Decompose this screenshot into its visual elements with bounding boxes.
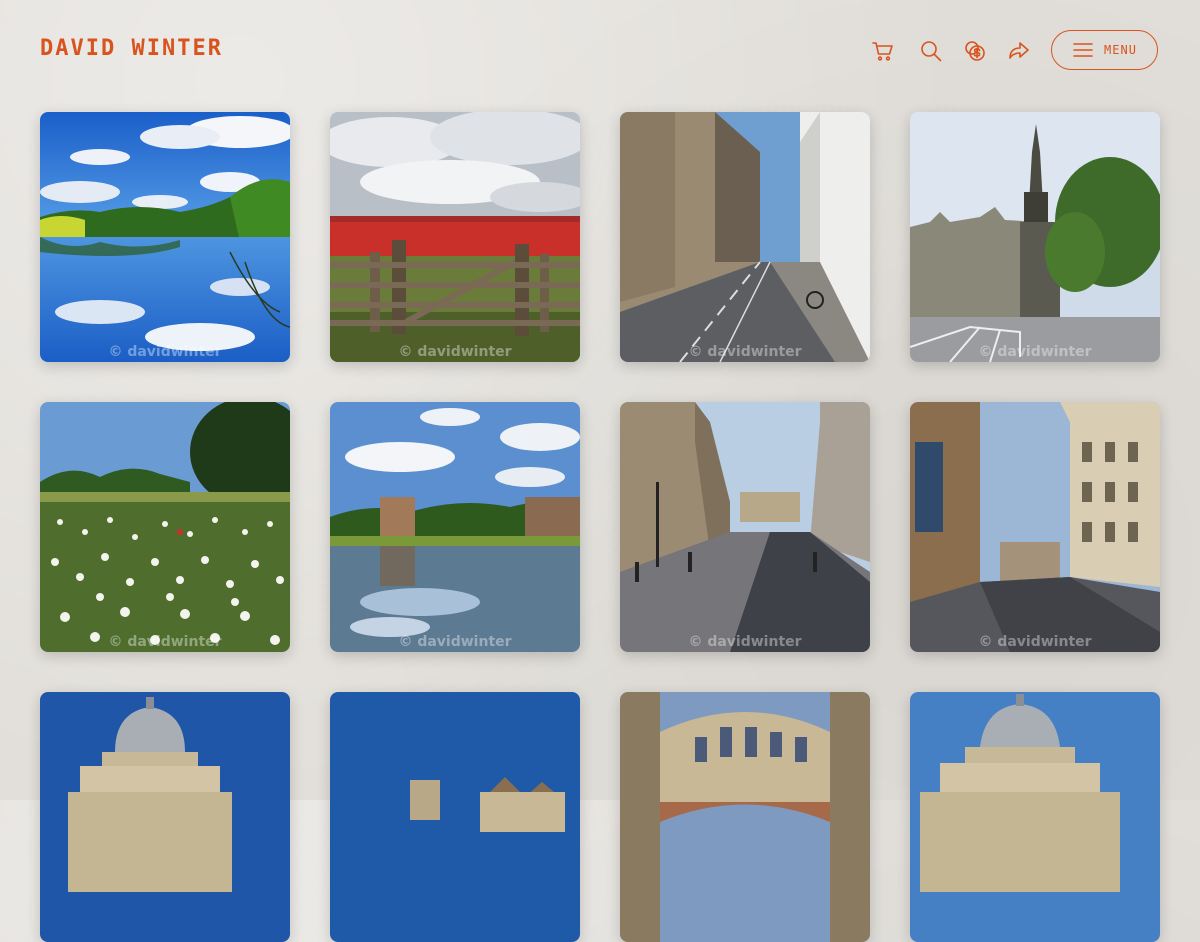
menu-label: MENU	[1104, 43, 1137, 57]
photo-tile-bridge-of-sighs[interactable]	[620, 692, 870, 942]
photo-tile-pond-tower[interactable]: © davidwinter	[330, 402, 580, 652]
photo-tile-narrow-street[interactable]: © davidwinter	[620, 112, 870, 362]
photo-tile-high-street-corner[interactable]: © davidwinter	[910, 402, 1160, 652]
photo-tile-city-rooftops[interactable]	[330, 692, 580, 942]
cart-icon[interactable]	[870, 38, 896, 64]
site-logo[interactable]: DAVID WINTER	[40, 36, 223, 61]
photo-tile-radcliffe-camera-2[interactable]	[910, 692, 1160, 942]
photo-pond-tower	[330, 402, 580, 652]
photo-martyrs-memorial	[910, 112, 1160, 362]
photo-narrow-street	[620, 112, 870, 362]
photo-tile-radcliffe-camera[interactable]	[40, 692, 290, 942]
photo-tile-poppy-field-gate[interactable]: © davidwinter	[330, 112, 580, 362]
photo-daisy-meadow	[40, 402, 290, 652]
hamburger-icon	[1073, 43, 1093, 57]
menu-button[interactable]: MENU	[1051, 30, 1158, 70]
photo-lake-reflection	[40, 112, 290, 362]
photo-tile-broad-street[interactable]: © davidwinter	[620, 402, 870, 652]
photo-poppy-field-gate	[330, 112, 580, 362]
share-icon[interactable]	[1006, 38, 1032, 64]
photo-tile-daisy-meadow[interactable]: © davidwinter	[40, 402, 290, 652]
site-header: DAVID WINTER MENU	[0, 0, 1200, 102]
photo-tile-martyrs-memorial[interactable]: © davidwinter	[910, 112, 1160, 362]
photo-radcliffe-camera-2	[910, 692, 1160, 942]
photo-high-street-corner	[910, 402, 1160, 652]
photo-bridge-of-sighs	[620, 692, 870, 942]
search-icon[interactable]	[918, 38, 944, 64]
photo-radcliffe-camera	[40, 692, 290, 942]
photo-broad-street	[620, 402, 870, 652]
currency-icon[interactable]	[962, 38, 988, 64]
photo-city-rooftops	[330, 692, 580, 942]
photo-tile-lake-reflection[interactable]: © davidwinter	[40, 112, 290, 362]
